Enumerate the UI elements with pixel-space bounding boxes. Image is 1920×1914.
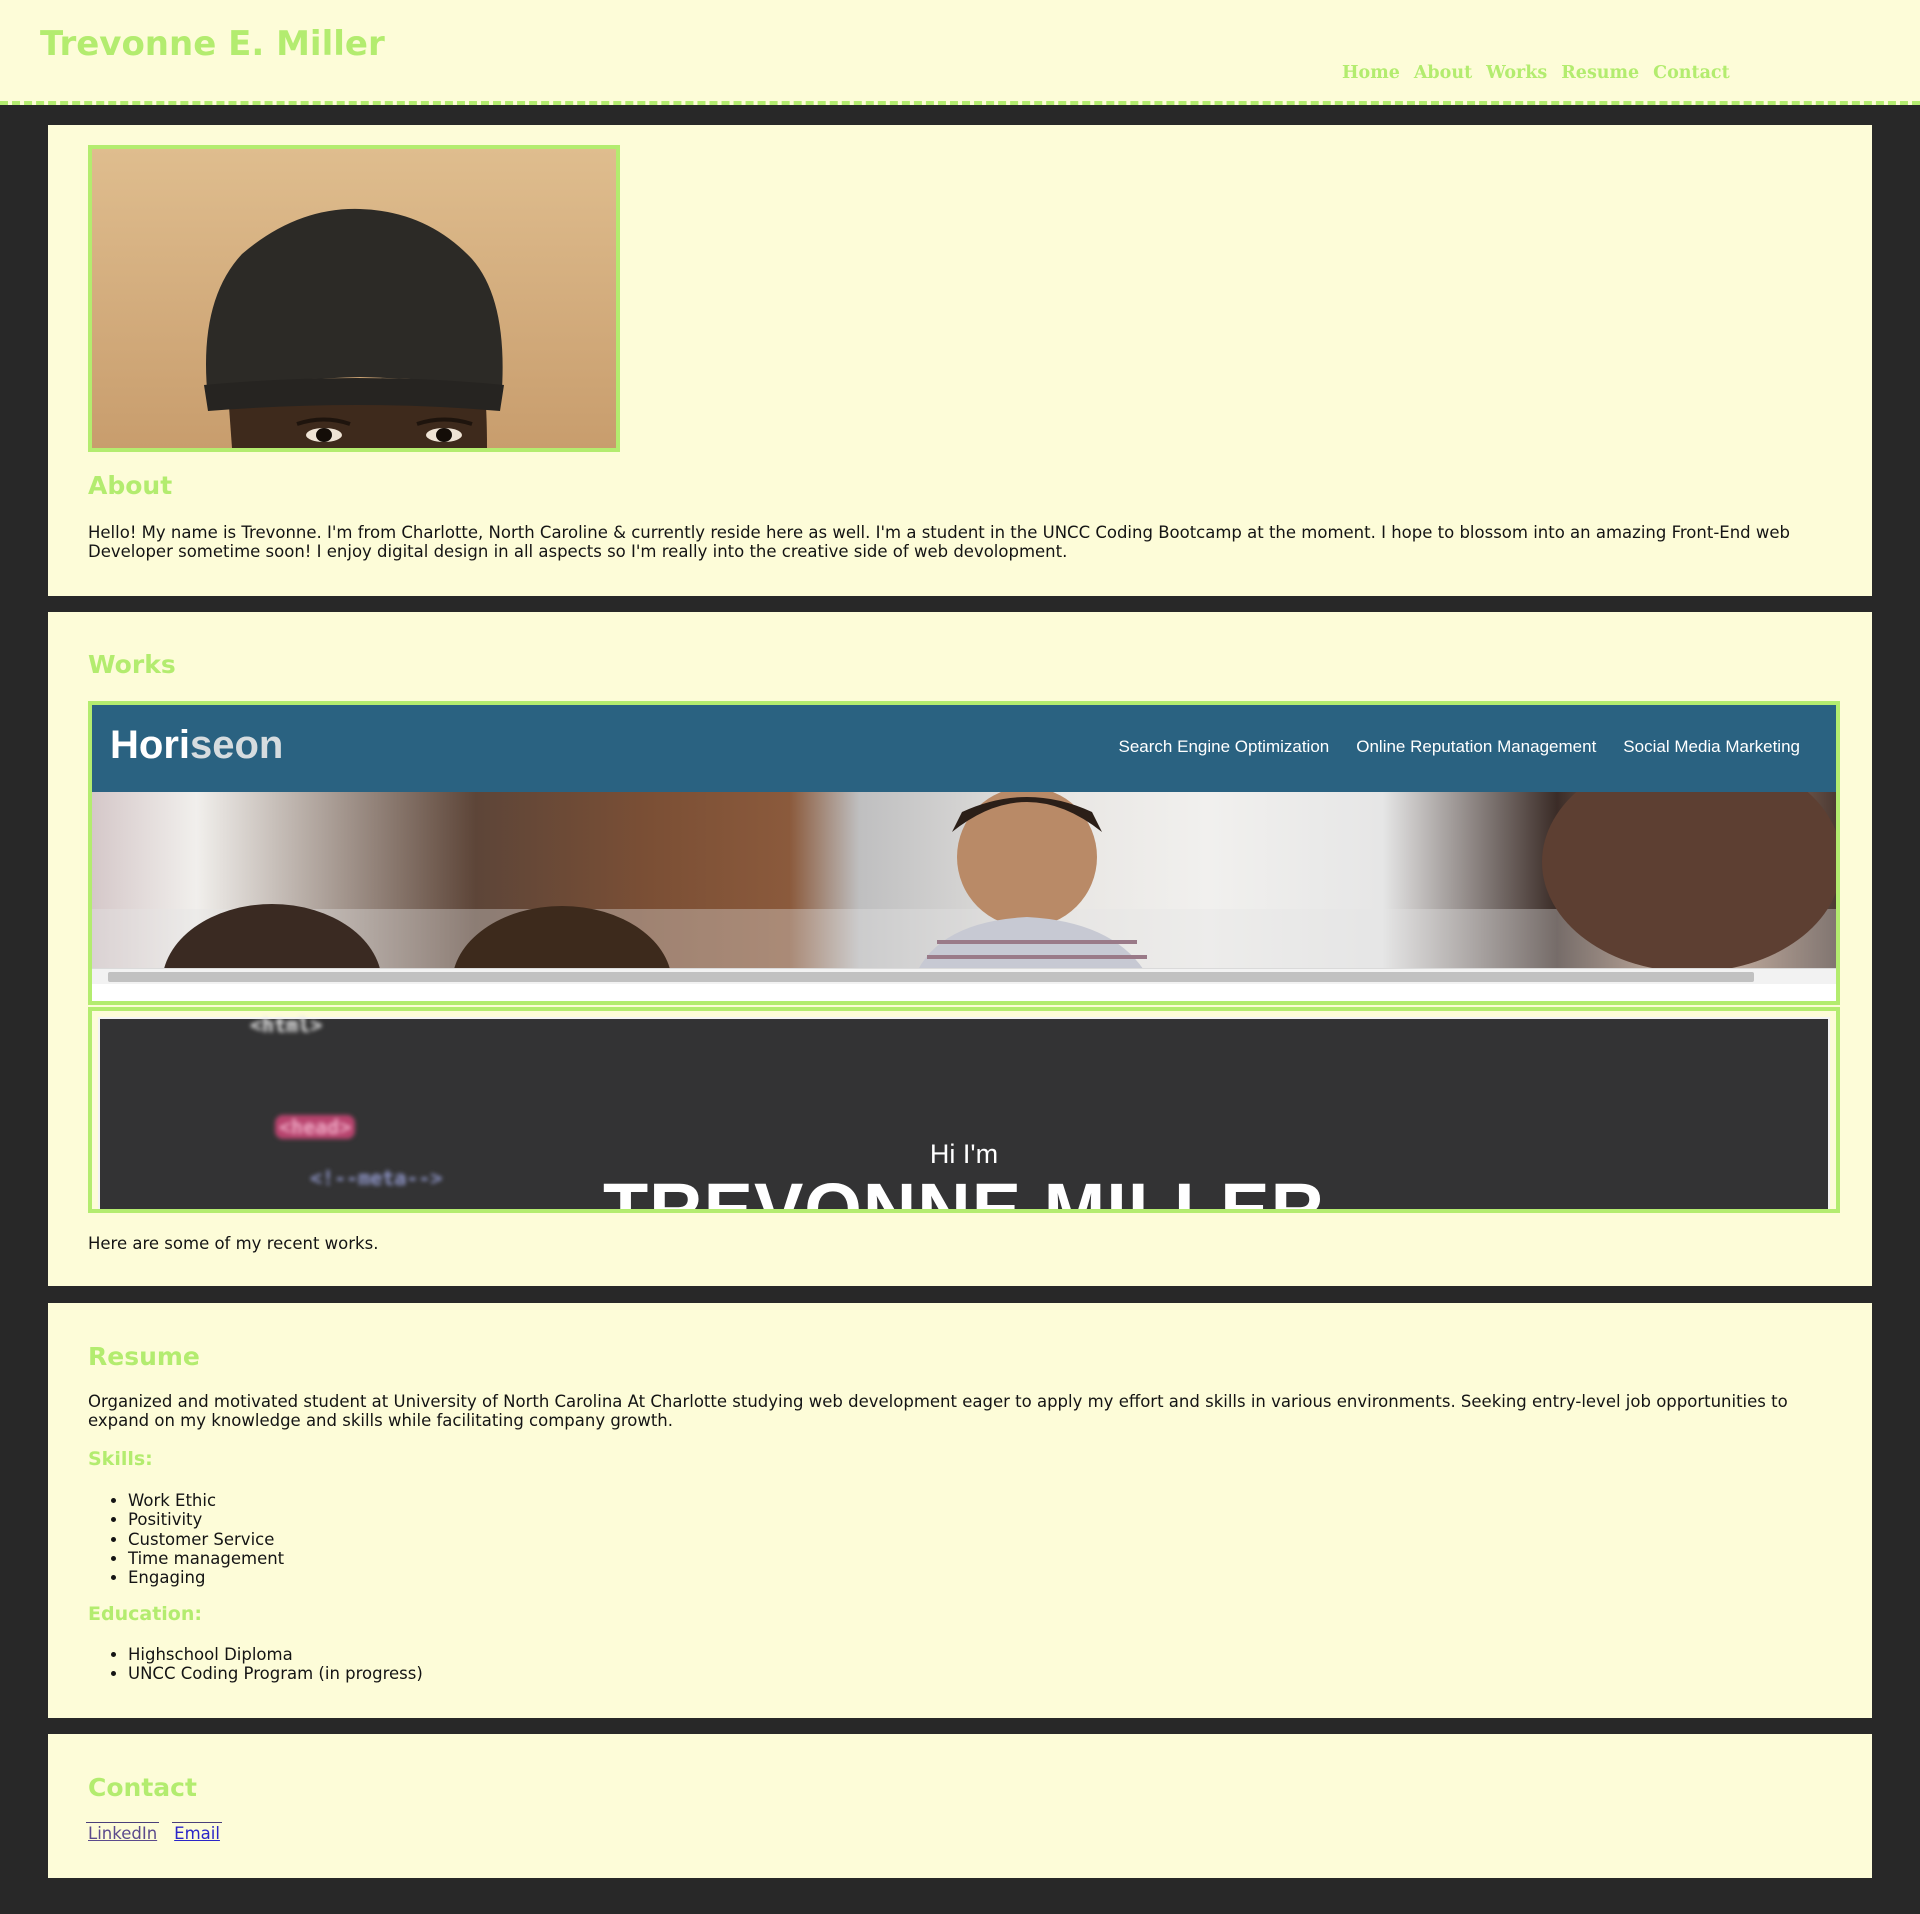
horiseon-nav-reputation[interactable]: Online Reputation Management	[1356, 737, 1596, 757]
horiseon-hero-people	[92, 792, 1836, 984]
code-line-head: <head>	[275, 1115, 356, 1139]
contact-section: Contact LinkedIn Email	[48, 1734, 1872, 1878]
horiseon-logo: Horiseon	[110, 723, 284, 767]
portfolio-greeting: Hi I'm	[929, 1139, 999, 1169]
horiseon-project-frame[interactable]: Horiseon Search Engine Optimization Onli…	[88, 701, 1840, 1005]
works-caption: Here are some of my recent works.	[88, 1234, 379, 1253]
skill-item: Work Ethic	[128, 1491, 284, 1510]
nav-works-link[interactable]: Works	[1486, 63, 1547, 83]
horiseon-hero-image	[92, 792, 1836, 984]
education-item: Highschool Diploma	[128, 1645, 423, 1664]
education-heading: Education:	[88, 1603, 202, 1625]
horiseon-nav: Search Engine Optimization Online Reputa…	[1119, 737, 1800, 757]
education-item: UNCC Coding Program (in progress)	[128, 1664, 423, 1683]
skills-list: Work Ethic Positivity Customer Service T…	[88, 1491, 284, 1587]
works-heading: Works	[88, 650, 176, 679]
nav-home-link[interactable]: Home	[1342, 63, 1400, 83]
skills-heading: Skills:	[88, 1448, 153, 1470]
linkedin-link[interactable]: LinkedIn	[86, 1822, 160, 1843]
horiseon-nav-social[interactable]: Social Media Marketing	[1623, 737, 1800, 757]
portfolio-project-frame[interactable]: <html> <head> <!--meta--> Hi I'm TREVONN…	[88, 1007, 1840, 1213]
site-title: Trevonne E. Miller	[40, 24, 385, 64]
portfolio-name: TREVONNE MILLER	[602, 1168, 1326, 1213]
works-section: Works Horiseon Search Engine Optimizatio…	[48, 612, 1872, 1286]
horiseon-nav-seo[interactable]: Search Engine Optimization	[1119, 737, 1330, 757]
nav-contact-link[interactable]: Contact	[1653, 63, 1730, 83]
skill-item: Engaging	[128, 1568, 284, 1587]
skill-item: Time management	[128, 1549, 284, 1568]
skill-item: Positivity	[128, 1510, 284, 1529]
main-nav: Home About Works Resume Contact	[1342, 63, 1744, 83]
about-section: About Hello! My name is Trevonne. I'm fr…	[48, 125, 1872, 596]
horiseon-scrollbar[interactable]	[92, 968, 1836, 984]
about-heading: About	[88, 471, 173, 500]
profile-photo	[88, 145, 620, 452]
horiseon-scrollbar-thumb[interactable]	[108, 972, 1754, 982]
resume-section: Resume Organized and motivated student a…	[48, 1303, 1872, 1718]
profile-photo-illustration	[92, 149, 616, 448]
nav-resume-link[interactable]: Resume	[1561, 63, 1639, 83]
portfolio-preview: <html> <head> <!--meta--> Hi I'm TREVONN…	[98, 1013, 1830, 1209]
code-line-html: <html>	[250, 1013, 323, 1037]
resume-heading: Resume	[88, 1342, 200, 1371]
contact-links: LinkedIn Email	[86, 1822, 222, 1843]
email-link[interactable]: Email	[172, 1822, 222, 1843]
contact-heading: Contact	[88, 1773, 197, 1802]
about-text: Hello! My name is Trevonne. I'm from Cha…	[88, 523, 1790, 561]
nav-about-link[interactable]: About	[1414, 63, 1472, 83]
horiseon-header: Horiseon Search Engine Optimization Onli…	[92, 705, 1836, 792]
education-list: Highschool Diploma UNCC Coding Program (…	[88, 1645, 423, 1684]
site-header: Trevonne E. Miller Home About Works Resu…	[0, 0, 1920, 105]
resume-summary: Organized and motivated student at Unive…	[88, 1392, 1788, 1430]
skill-item: Customer Service	[128, 1530, 284, 1549]
